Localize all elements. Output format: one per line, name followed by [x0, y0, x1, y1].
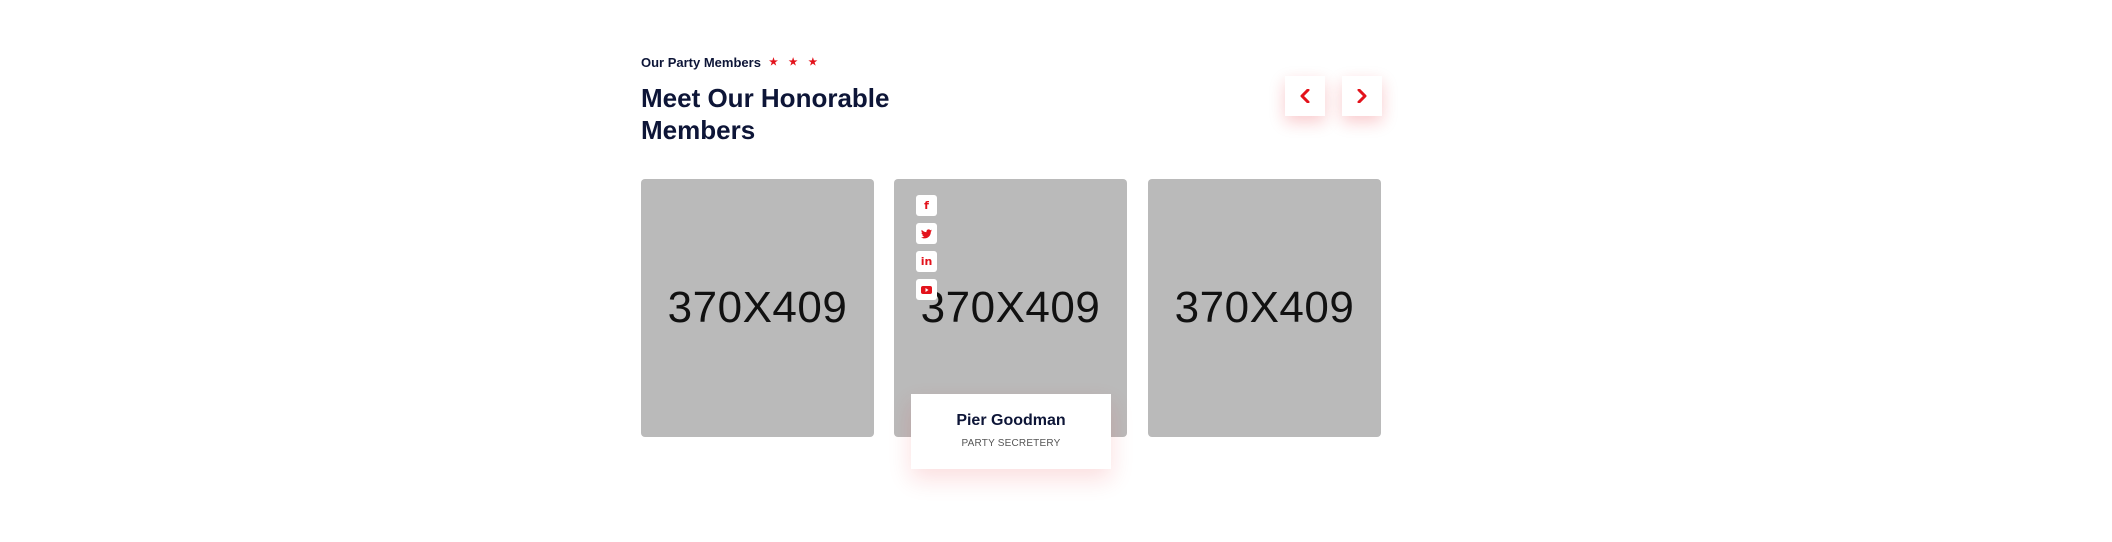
member-card[interactable]: 370X409: [1148, 179, 1381, 437]
eyebrow-label: Our Party Members: [641, 55, 761, 70]
twitter-bird-glyph: [921, 228, 932, 238]
youtube-icon[interactable]: [916, 279, 937, 300]
section-eyebrow: Our Party Members ★ ★ ★: [641, 55, 821, 70]
youtube-play-glyph: [921, 285, 932, 294]
member-info-card: Pier Goodman PARTY SECRETERY: [911, 394, 1111, 469]
member-name[interactable]: Pier Goodman: [911, 412, 1111, 430]
linkedin-icon[interactable]: in: [916, 251, 937, 272]
section-title: Meet Our Honorable Members: [641, 83, 890, 145]
prev-button[interactable]: [1285, 76, 1325, 116]
members-section: Our Party Members ★ ★ ★ Meet Our Honorab…: [0, 0, 2112, 542]
facebook-icon[interactable]: f: [916, 195, 937, 216]
social-links: f in: [916, 195, 937, 300]
twitter-icon[interactable]: [916, 223, 937, 244]
stars-icon: ★ ★ ★: [768, 57, 822, 68]
chevron-left-icon: [1300, 89, 1310, 103]
image-placeholder: 370X409: [667, 283, 848, 332]
image-placeholder: 370X409: [1174, 283, 1355, 332]
member-role: PARTY SECRETERY: [961, 438, 1061, 449]
image-placeholder: 370X409: [920, 283, 1101, 332]
chevron-right-icon: [1357, 89, 1367, 103]
next-button[interactable]: [1342, 76, 1382, 116]
member-card[interactable]: 370X409: [641, 179, 874, 437]
